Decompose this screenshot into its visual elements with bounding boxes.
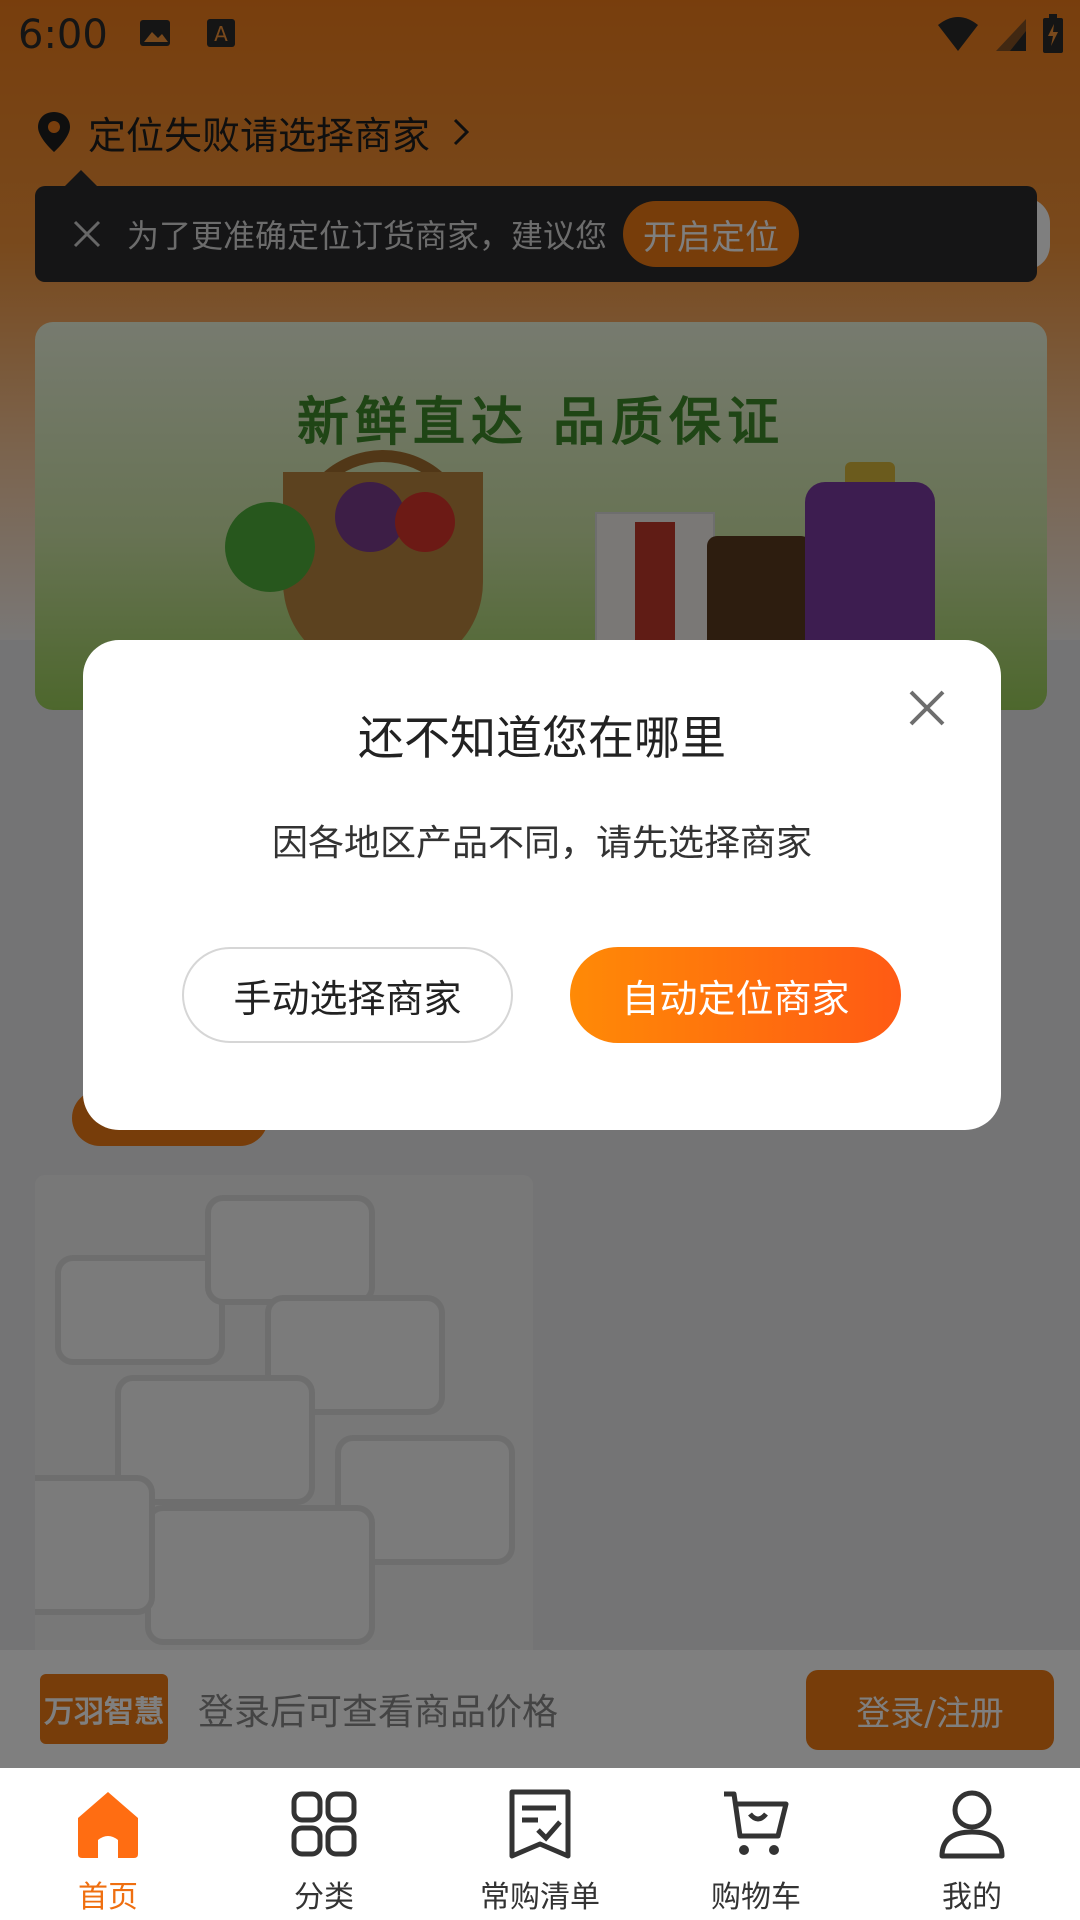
manual-select-merchant-button[interactable]: 手动选择商家 (182, 947, 513, 1043)
tab-frequent-list[interactable]: 常购清单 (432, 1768, 648, 1920)
tab-label: 分类 (294, 1880, 354, 1915)
tab-home[interactable]: 首页 (0, 1768, 216, 1920)
tab-label: 我的 (942, 1880, 1002, 1915)
cart-icon (724, 1791, 789, 1855)
list-icon (509, 1789, 571, 1859)
tab-label: 购物车 (711, 1880, 801, 1915)
bottom-tab-bar: 首页 分类 常购清单 购物车 我的 (0, 1768, 1080, 1920)
tab-profile[interactable]: 我的 (864, 1768, 1080, 1920)
category-icon (291, 1791, 357, 1857)
tab-cart[interactable]: 购物车 (648, 1768, 864, 1920)
dialog-description: 因各地区产品不同，请先选择商家 (271, 823, 812, 864)
home-icon (78, 1792, 138, 1858)
dialog-title: 还不知道您在哪里 (358, 711, 726, 765)
auto-locate-merchant-button[interactable]: 自动定位商家 (570, 947, 901, 1043)
profile-icon (939, 1790, 1005, 1859)
tab-label: 常购清单 (480, 1880, 600, 1915)
select-merchant-dialog: 还不知道您在哪里 因各地区产品不同，请先选择商家 手动选择商家 自动定位商家 (83, 640, 1001, 1130)
tab-category[interactable]: 分类 (216, 1768, 432, 1920)
tab-label: 首页 (78, 1880, 138, 1915)
